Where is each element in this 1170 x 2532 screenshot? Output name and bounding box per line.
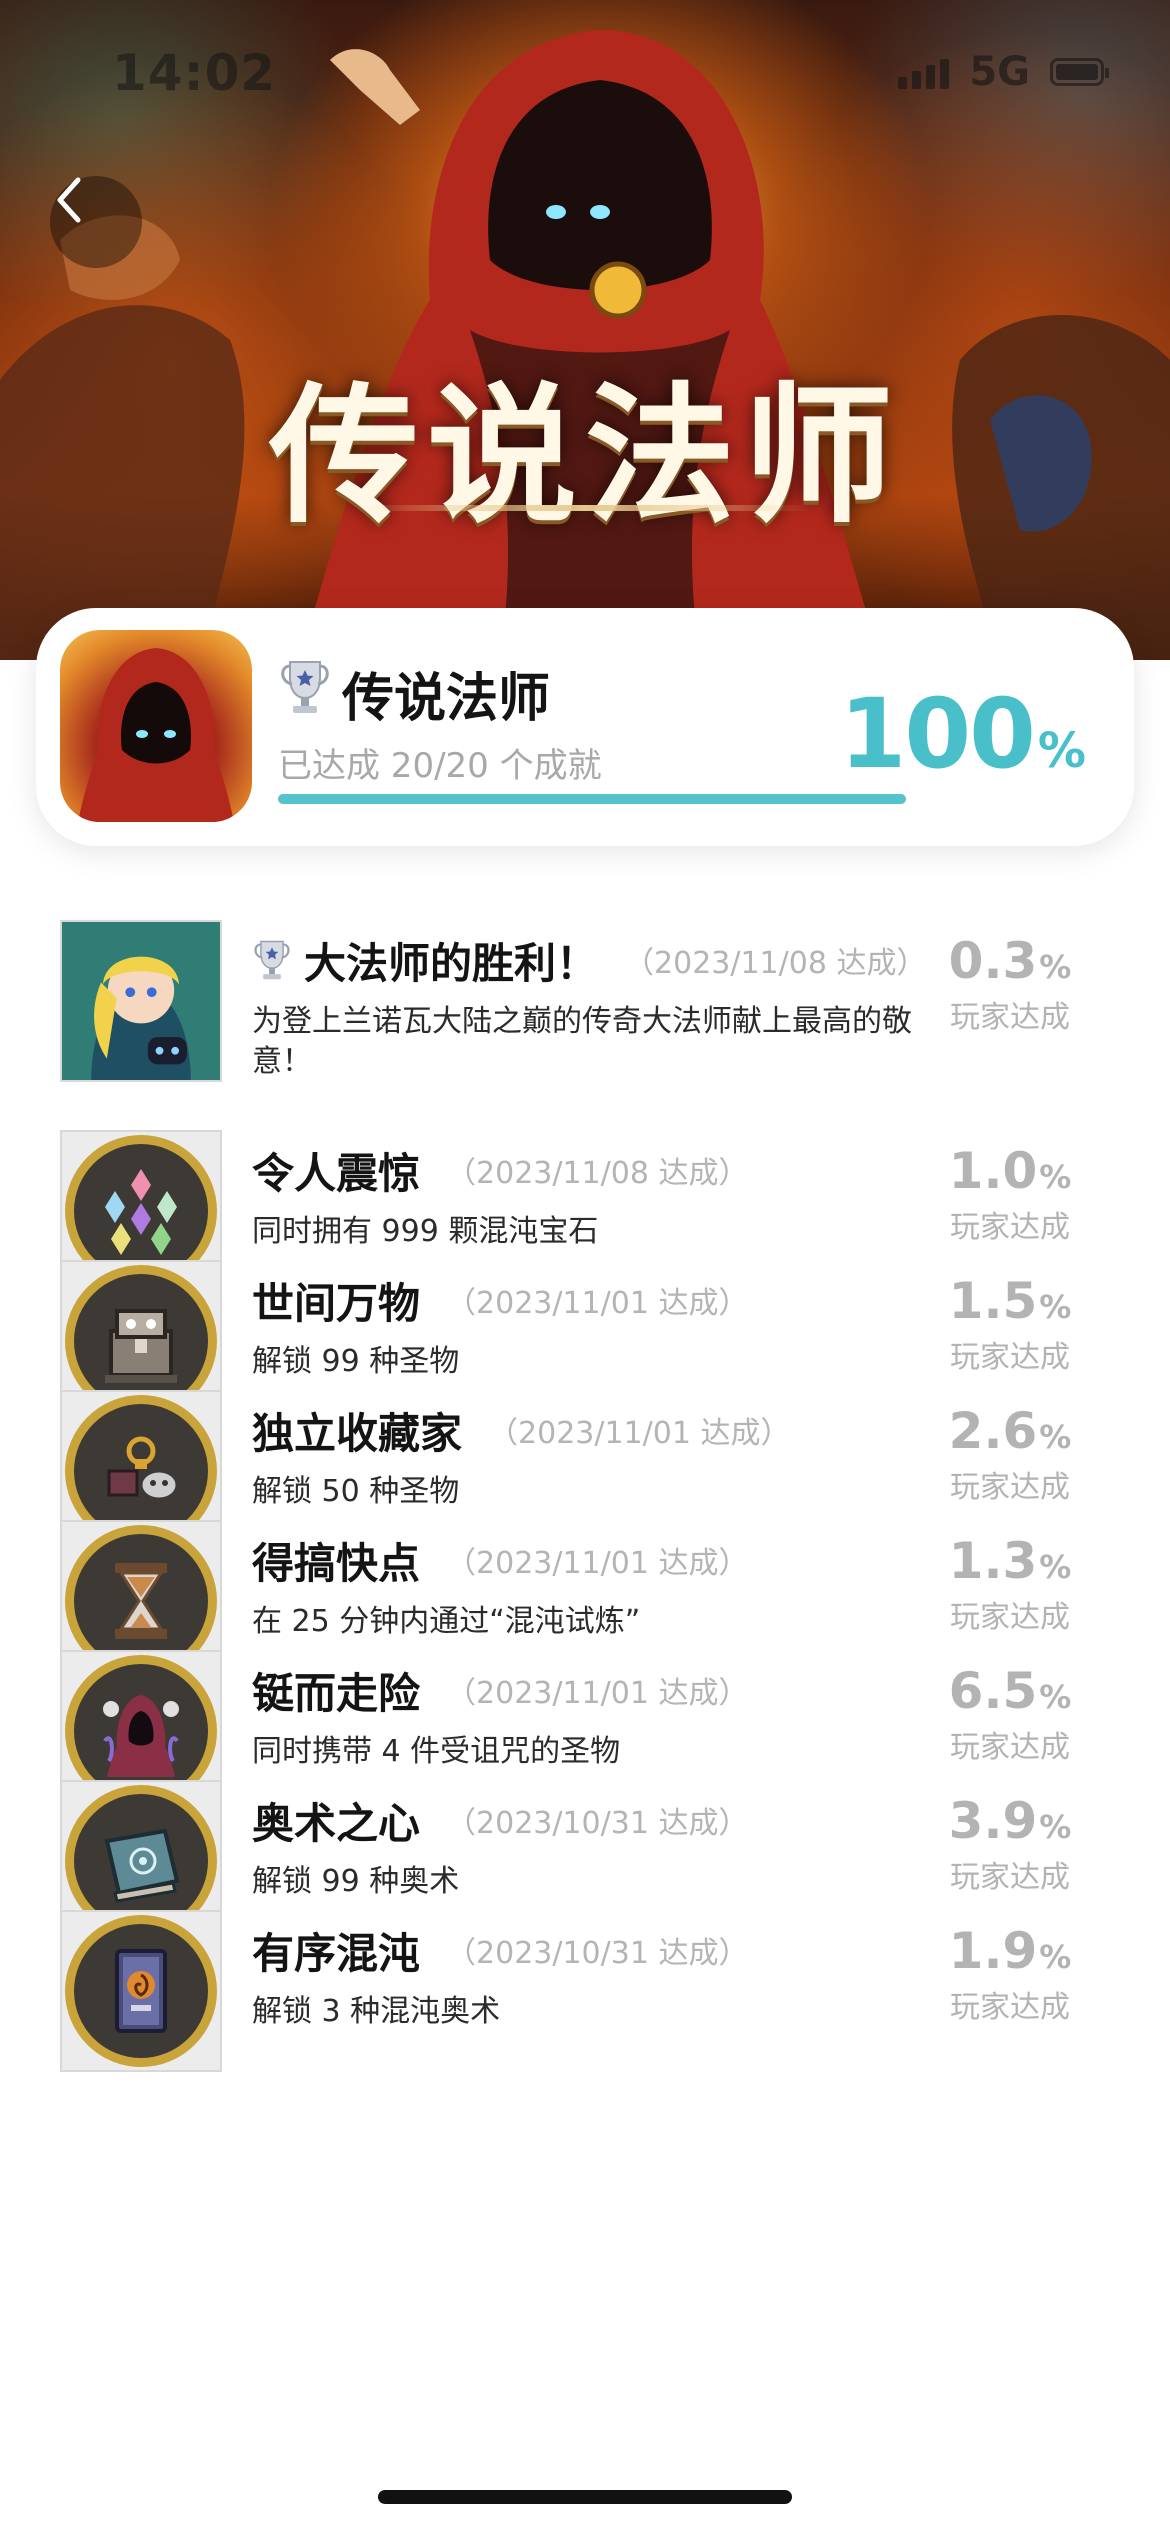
achievement-date: （2023/10/31 达成） <box>446 1936 749 1971</box>
summary-percent-sign: % <box>1037 723 1086 779</box>
chaos-arcana-card-icon <box>60 1910 222 2072</box>
achievement-rate-sign: % <box>1039 1938 1072 1976</box>
achievement-rate-label: 玩家达成 <box>950 1860 1070 1895</box>
achievement-rate: 2.6% 玩家达成 <box>910 1402 1110 1506</box>
achievement-title-line: 铤而走险 （2023/11/01 达成） <box>252 1660 748 1720</box>
network-label: 5G <box>969 49 1030 95</box>
achievement-date: （2023/11/08 达成） <box>624 946 927 981</box>
achievement-rate-sign: % <box>1039 1288 1072 1326</box>
achievement-rate-value: 1.5 <box>948 1272 1038 1330</box>
achievement-row[interactable]: 大法师的胜利！ （2023/11/08 达成） 为登上兰诺瓦大陆之巅的传奇大法师… <box>0 910 1170 1090</box>
achievement-title-line: 奥术之心 （2023/10/31 达成） <box>252 1790 748 1850</box>
achievement-title: 奥术之心 <box>252 1798 421 1848</box>
hero-game-logo: 传说法师 <box>268 368 901 544</box>
battery-icon <box>1050 58 1109 86</box>
achievement-rate-value: 0.3 <box>948 932 1038 990</box>
summary-game-name: 传说法师 <box>342 669 551 729</box>
achievement-title: 大法师的胜利！ <box>304 938 599 988</box>
achievement-title-line: 令人震惊 （2023/11/08 达成） <box>252 1140 748 1200</box>
achievement-description: 解锁 99 种圣物 <box>252 1344 460 1379</box>
achievement-rate-value: 3.9 <box>948 1792 1038 1850</box>
achievement-date: （2023/11/01 达成） <box>446 1546 749 1581</box>
achievement-rate-sign: % <box>1039 948 1072 986</box>
logo-underline <box>360 505 810 511</box>
signal-icon <box>898 55 950 89</box>
achievement-date: （2023/11/01 达成） <box>488 1416 791 1451</box>
achievement-row[interactable]: 有序混沌 （2023/10/31 达成） 解锁 3 种混沌奥术 1.9% 玩家达… <box>0 1900 1170 2080</box>
achievement-rate-sign: % <box>1039 1808 1072 1846</box>
achievement-rate-value: 1.3 <box>948 1532 1038 1590</box>
trophy-icon <box>254 940 290 980</box>
achievement-rate-label: 玩家达成 <box>950 1210 1070 1245</box>
achievement-title: 令人震惊 <box>252 1148 421 1198</box>
achievement-title: 得搞快点 <box>252 1538 421 1588</box>
achievement-description: 解锁 99 种奥术 <box>252 1864 460 1899</box>
home-indicator <box>378 2490 792 2504</box>
mage-portrait-icon <box>60 920 222 1082</box>
summary-percent-value: 100 <box>839 678 1036 790</box>
achievement-rate-value: 1.9 <box>948 1922 1038 1980</box>
achievement-rate-value: 1.0 <box>948 1142 1038 1200</box>
achievement-title-line: 有序混沌 （2023/10/31 达成） <box>252 1920 748 1980</box>
game-app-icon <box>60 630 252 822</box>
status-time: 14:02 <box>112 44 277 102</box>
achievement-date: （2023/11/08 达成） <box>446 1156 749 1191</box>
achievement-rate: 1.5% 玩家达成 <box>910 1272 1110 1376</box>
achievement-description: 同时携带 4 件受诅咒的圣物 <box>252 1734 621 1769</box>
hero-banner: 14:02 5G 传说法师 <box>0 0 1170 660</box>
mage-icon <box>78 648 234 822</box>
summary-progress-text: 已达成 20/20 个成就 <box>278 746 602 786</box>
achievement-rate-value: 6.5 <box>948 1662 1038 1720</box>
achievement-description: 为登上兰诺瓦大陆之巅的传奇大法师献上最高的敬意！ <box>252 1004 912 1079</box>
achievement-rate-sign: % <box>1039 1158 1072 1196</box>
achievement-description: 在 25 分钟内通过“混沌试炼” <box>252 1604 641 1639</box>
back-button[interactable] <box>50 176 142 268</box>
achievement-title: 独立收藏家 <box>252 1408 463 1458</box>
summary-percent: 100% <box>840 678 1086 790</box>
trophy-icon <box>281 661 329 713</box>
achievement-rate-sign: % <box>1039 1548 1072 1586</box>
status-indicators: 5G <box>898 49 1109 95</box>
badge-frame <box>65 1915 217 2067</box>
achievement-rate: 0.3% 玩家达成 <box>910 932 1110 1036</box>
achievement-rate: 1.9% 玩家达成 <box>910 1922 1110 2026</box>
achievement-date: （2023/11/01 达成） <box>446 1676 749 1711</box>
achievement-rate-sign: % <box>1039 1678 1072 1716</box>
achievement-rate: 3.9% 玩家达成 <box>910 1792 1110 1896</box>
achievement-title-line: 大法师的胜利！ （2023/11/08 达成） <box>252 930 926 990</box>
achievement-title: 有序混沌 <box>252 1928 421 1978</box>
achievement-title: 铤而走险 <box>252 1668 421 1718</box>
achievement-rate-label: 玩家达成 <box>950 1470 1070 1505</box>
progress-fill <box>278 794 906 804</box>
achievement-rate: 6.5% 玩家达成 <box>910 1662 1110 1766</box>
achievement-progress-bar <box>278 794 906 804</box>
achievement-rate-sign: % <box>1039 1418 1072 1456</box>
achievement-rate-label: 玩家达成 <box>950 1730 1070 1765</box>
achievement-title-line: 独立收藏家 （2023/11/01 达成） <box>252 1400 790 1460</box>
achievement-description: 同时拥有 999 颗混沌宝石 <box>252 1214 599 1249</box>
achievement-rate-label: 玩家达成 <box>950 1990 1070 2025</box>
achievement-date: （2023/11/01 达成） <box>446 1286 749 1321</box>
achievement-rate: 1.3% 玩家达成 <box>910 1532 1110 1636</box>
achievement-rate: 1.0% 玩家达成 <box>910 1142 1110 1246</box>
achievement-rate-label: 玩家达成 <box>950 1340 1070 1375</box>
achievement-summary-card: 传说法师 已达成 20/20 个成就 100% <box>36 608 1134 846</box>
achievement-title: 世间万物 <box>252 1278 421 1328</box>
chevron-left-icon <box>57 177 81 223</box>
achievement-rate-label: 玩家达成 <box>950 1600 1070 1635</box>
achievement-title-line: 得搞快点 （2023/11/01 达成） <box>252 1530 748 1590</box>
achievement-rate-value: 2.6 <box>948 1402 1038 1460</box>
achievement-rate-label: 玩家达成 <box>950 1000 1070 1035</box>
achievement-description: 解锁 50 种圣物 <box>252 1474 460 1509</box>
achievement-title-line: 世间万物 （2023/11/01 达成） <box>252 1270 748 1330</box>
achievement-date: （2023/10/31 达成） <box>446 1806 749 1841</box>
achievement-description: 解锁 3 种混沌奥术 <box>252 1994 501 2029</box>
